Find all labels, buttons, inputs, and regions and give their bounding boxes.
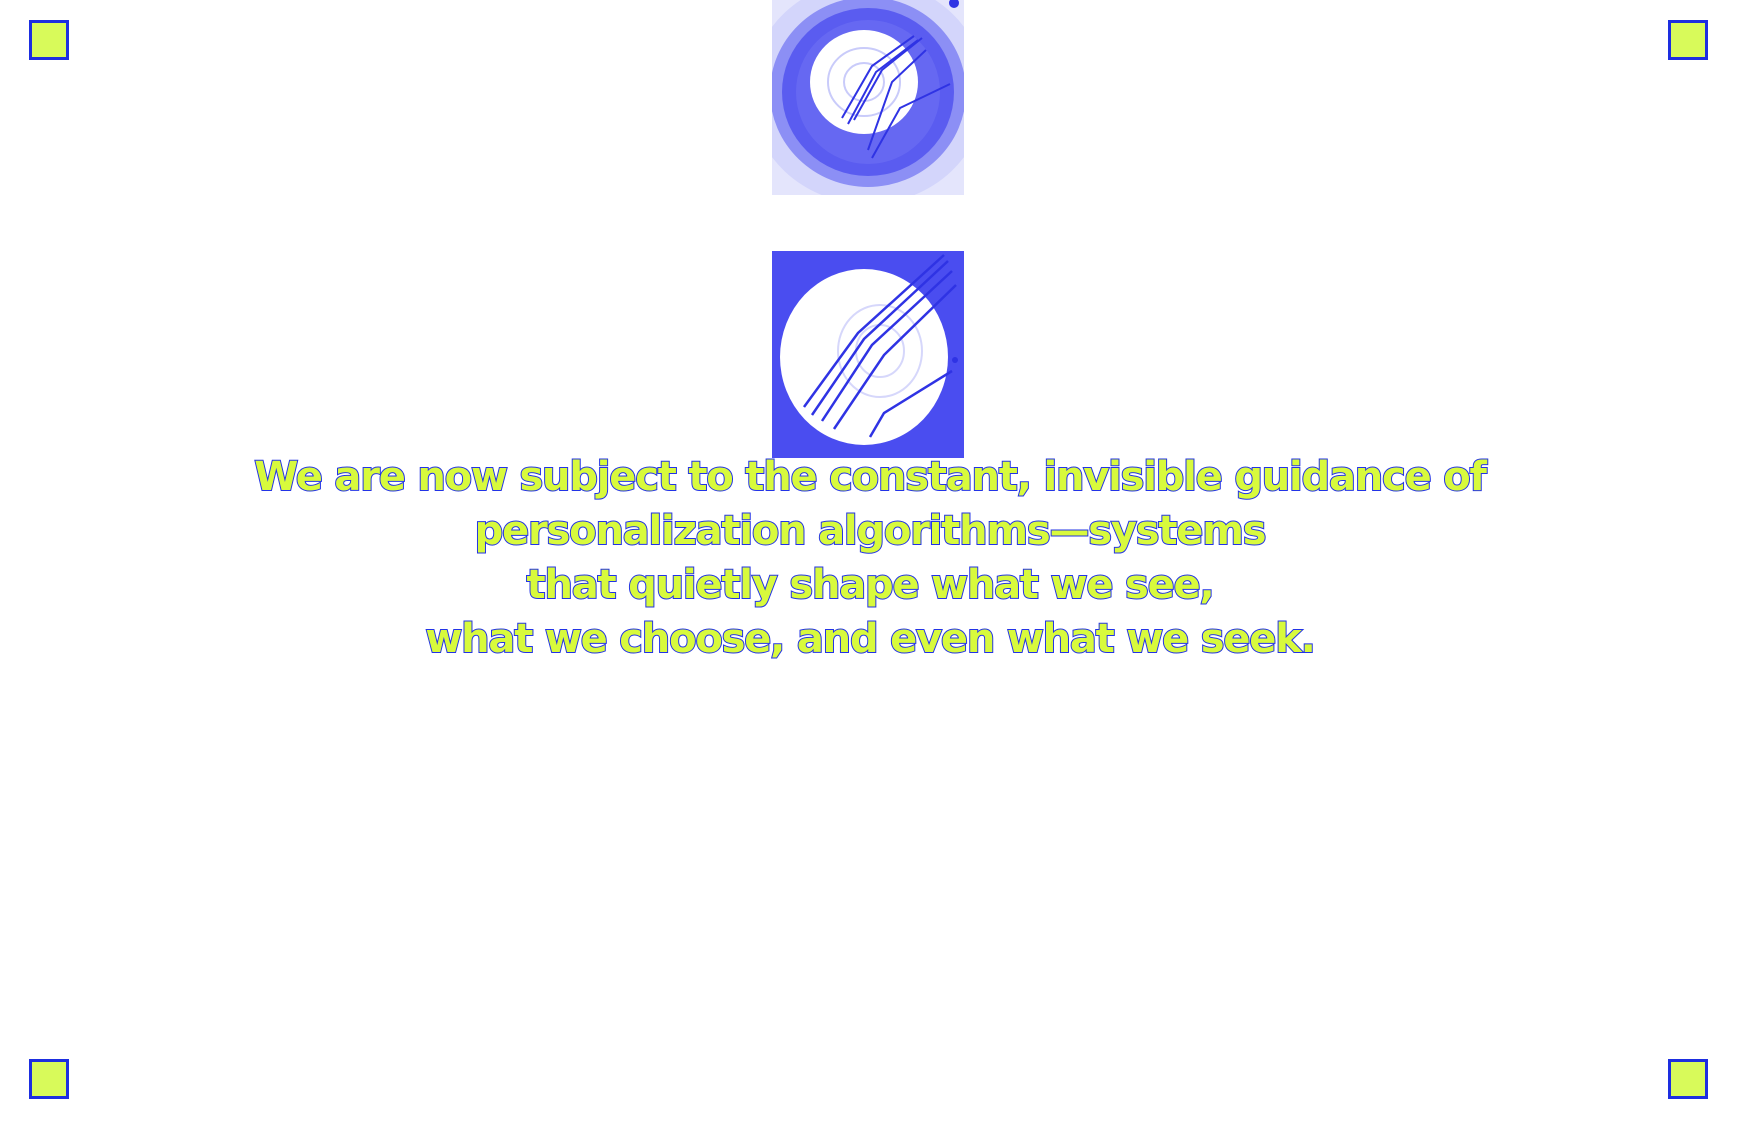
corner-marker-top-left [29,20,69,60]
corner-marker-bottom-right [1668,1059,1708,1099]
quote-line-1: We are now subject to the constant, invi… [253,453,1488,501]
quote-text: We are now subject to the constant, invi… [180,450,1560,666]
corner-marker-top-right [1668,20,1708,60]
quote-line-2: personalization algorithms—systems [474,507,1268,555]
corner-marker-bottom-left [29,1059,69,1099]
quote-line-4: what we choose, and even what we seek. [424,615,1316,663]
archery-target-image-middle [772,251,964,458]
quote-line-3: that quietly shape what we see, [526,561,1216,609]
archery-target-image-top [772,0,964,195]
